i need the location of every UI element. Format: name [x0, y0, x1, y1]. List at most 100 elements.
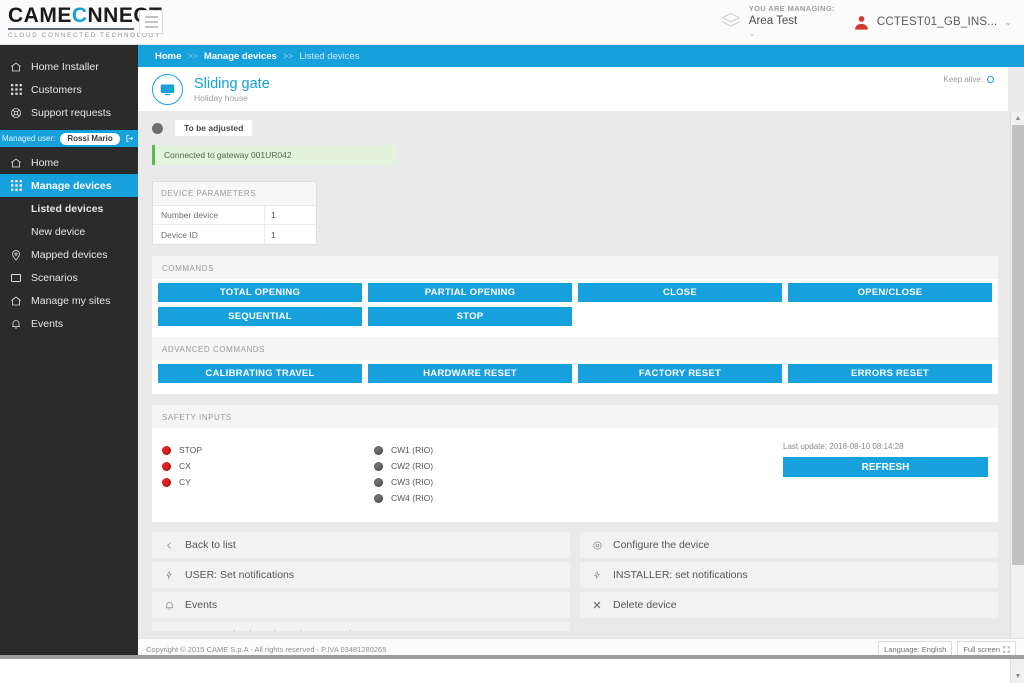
breadcrumb-item-home[interactable]: Home: [155, 51, 181, 62]
scroll-up-arrow-icon[interactable]: ▲: [1011, 112, 1024, 125]
calibrating-travel-button[interactable]: CALIBRATING TRAVEL: [158, 364, 362, 383]
param-value: 1: [264, 206, 316, 224]
list-item: CX: [162, 458, 374, 474]
sidebar-top-group: Home Installer Customers Support request…: [0, 45, 138, 124]
lifebuoy-icon: [9, 107, 23, 119]
sidebar-item-home-installer[interactable]: Home Installer: [0, 55, 138, 78]
sidebar-item-scenarios[interactable]: Scenarios: [0, 266, 138, 289]
breadcrumb-item-listed-devices: Listed devices: [299, 51, 359, 62]
gateway-connection-note: Connected to gateway 001UR042: [152, 145, 397, 165]
sidebar: Home Installer Customers Support request…: [0, 45, 138, 659]
sidebar-item-label: Scenarios: [31, 272, 78, 284]
grid-icon: [9, 180, 23, 191]
sidebar-subitem-label: New device: [31, 226, 85, 238]
managed-user-pill[interactable]: Rossi Mario: [60, 133, 119, 145]
hardware-reset-button[interactable]: HARDWARE RESET: [368, 364, 572, 383]
commands-body: TOTAL OPENING PARTIAL OPENING CLOSE OPEN…: [152, 279, 998, 337]
list-item: CW2 (RIO): [374, 458, 586, 474]
sidebar-item-events[interactable]: Events: [0, 312, 138, 335]
chevron-left-icon: [163, 540, 175, 551]
managing-text: YOU ARE MANAGING: Area Test ⌄: [749, 5, 835, 38]
open-close-button[interactable]: OPEN/CLOSE: [788, 283, 992, 302]
bolt-icon: [163, 629, 175, 631]
chevron-down-icon[interactable]: ⌄: [1004, 17, 1012, 28]
sidebar-item-manage-devices[interactable]: Manage devices: [0, 174, 138, 197]
bolt-icon: [163, 569, 175, 581]
brand-text-c: C: [72, 4, 88, 27]
table-row: Number device 1: [153, 206, 316, 225]
breadcrumb-item-manage-devices[interactable]: Manage devices: [204, 51, 277, 62]
user-set-notifications-button[interactable]: USER: Set notifications: [152, 562, 570, 588]
remotes-keyboards-transponders-button[interactable]: Remotes, keyboards and transponders: [152, 622, 570, 631]
events-button[interactable]: Events: [152, 592, 570, 618]
square-icon: [9, 272, 23, 284]
device-parameters-title: DEVICE PARAMETERS: [153, 182, 316, 206]
sidebar-item-manage-my-sites[interactable]: Manage my sites: [0, 289, 138, 312]
device-title-block: Sliding gate Holiday house: [194, 76, 270, 103]
advanced-commands-body: CALIBRATING TRAVEL HARDWARE RESET FACTOR…: [152, 360, 998, 394]
monitor-icon: [152, 74, 183, 105]
sidebar-item-label: Manage my sites: [31, 295, 110, 307]
sidebar-main-group: Home Manage devices Listed devices New d…: [0, 151, 138, 335]
gateway-id: 001UR042: [251, 150, 292, 160]
status-badge: To be adjusted: [175, 120, 252, 136]
advanced-commands-title: ADVANCED COMMANDS: [152, 337, 998, 360]
refresh-button[interactable]: REFRESH: [783, 457, 988, 477]
gear-icon: [591, 540, 603, 551]
installer-set-notifications-button[interactable]: INSTALLER: set notifications: [580, 562, 998, 588]
safety-input-label: CY: [179, 477, 191, 487]
pin-icon: [9, 249, 23, 261]
sidebar-item-new-device[interactable]: New device: [0, 220, 138, 243]
factory-reset-button[interactable]: FACTORY RESET: [578, 364, 782, 383]
delete-device-button[interactable]: Delete device: [580, 592, 998, 618]
layers-icon: [720, 11, 742, 31]
safety-input-label: CW3 (RIO): [391, 477, 433, 487]
errors-reset-button[interactable]: ERRORS RESET: [788, 364, 992, 383]
close-button[interactable]: CLOSE: [578, 283, 782, 302]
safety-input-label: CW4 (RIO): [391, 493, 433, 503]
scrollbar-thumb[interactable]: [1012, 125, 1024, 565]
commands-row-1: TOTAL OPENING PARTIAL OPENING CLOSE OPEN…: [158, 283, 992, 302]
breadcrumb-separator: >>: [187, 51, 198, 61]
led-indicator-icon: [374, 462, 383, 471]
sequential-button[interactable]: SEQUENTIAL: [158, 307, 362, 326]
user-account-menu[interactable]: CCTEST01_GB_INS... ⌄: [853, 14, 1012, 31]
managing-area-selector[interactable]: YOU ARE MANAGING: Area Test ⌄: [720, 5, 853, 38]
sidebar-item-label: Customers: [31, 84, 82, 96]
content-scroll-area: Sliding gate Holiday house Keep alive: T…: [138, 67, 1008, 631]
sidebar-item-mapped-devices[interactable]: Mapped devices: [0, 243, 138, 266]
sidebar-item-listed-devices[interactable]: Listed devices: [0, 197, 138, 220]
led-indicator-icon: [374, 478, 383, 487]
sidebar-item-support-requests[interactable]: Support requests: [0, 101, 138, 124]
configure-the-device-button[interactable]: Configure the device: [580, 532, 998, 558]
home-icon: [9, 61, 23, 73]
managing-label: YOU ARE MANAGING:: [749, 5, 835, 14]
device-subtitle: Holiday house: [194, 93, 270, 103]
action-label: Events: [185, 599, 217, 611]
sidebar-item-customers[interactable]: Customers: [0, 78, 138, 101]
breadcrumb: Home >> Manage devices >> Listed devices: [138, 45, 1024, 67]
partial-opening-button[interactable]: PARTIAL OPENING: [368, 283, 572, 302]
scroll-down-arrow-icon[interactable]: ▼: [1011, 670, 1024, 683]
hamburger-icon[interactable]: [139, 10, 163, 34]
managed-user-label: Managed user:: [2, 134, 55, 143]
sidebar-item-label: Home Installer: [31, 61, 99, 73]
list-item: CY: [162, 474, 374, 490]
exit-icon[interactable]: [125, 134, 134, 143]
chevron-down-icon[interactable]: ⌄: [749, 29, 835, 38]
sidebar-item-home[interactable]: Home: [0, 151, 138, 174]
commands-row-2: SEQUENTIAL STOP: [158, 307, 992, 326]
safety-inputs-right-column: CW1 (RIO) CW2 (RIO) CW3 (RIO) CW4 (RIO): [374, 442, 586, 506]
user-avatar-icon: [853, 14, 870, 31]
brand-text-came: CAME: [8, 4, 72, 27]
vertical-scrollbar[interactable]: ▲ ▼: [1010, 112, 1024, 683]
device-actions-right: Configure the device INSTALLER: set noti…: [580, 532, 998, 631]
managed-user-bar: Managed user: Rossi Mario: [0, 130, 138, 147]
total-opening-button[interactable]: TOTAL OPENING: [158, 283, 362, 302]
sidebar-item-label: Support requests: [31, 107, 111, 119]
home-icon: [9, 157, 23, 169]
stop-button[interactable]: STOP: [368, 307, 572, 326]
action-label: Remotes, keyboards and transponders: [185, 629, 366, 631]
back-to-list-button[interactable]: Back to list: [152, 532, 570, 558]
led-indicator-icon: [374, 494, 383, 503]
